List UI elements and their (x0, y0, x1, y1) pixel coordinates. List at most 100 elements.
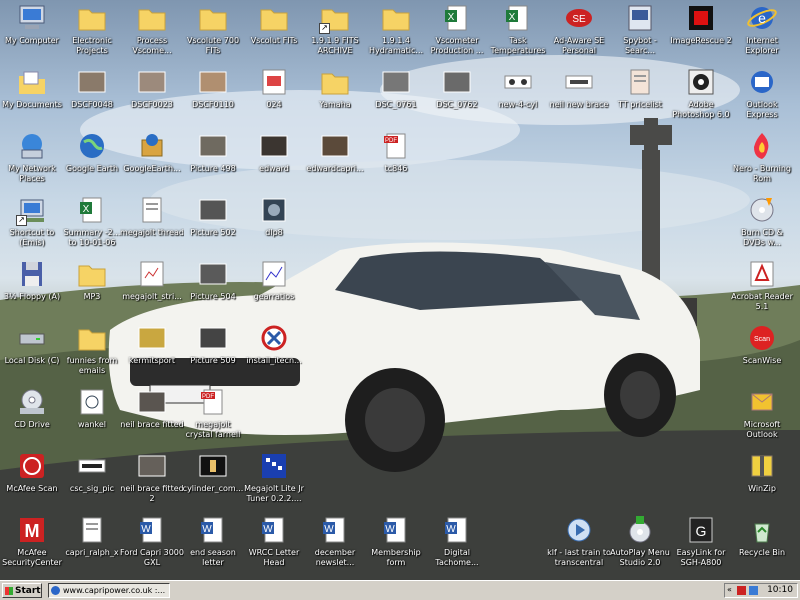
icon-label: new-4-cyl (498, 100, 538, 109)
icon-label: ScanWise (742, 356, 782, 365)
burn-cd-icon (746, 194, 778, 226)
desktop-icon-neil-brace-fitted[interactable]: neil brace fitted (120, 386, 184, 448)
desktop-icon-summary[interactable]: X Summary -2... to 10-01-06 (60, 194, 124, 256)
desktop-icon-recycle-bin[interactable]: Recycle Bin (730, 514, 794, 576)
desktop-icon-electronic-projects[interactable]: Electronic Projects (60, 2, 124, 64)
desktop-icon-mp3[interactable]: MP3 (60, 258, 124, 320)
desktop-icon-end-season-letter[interactable]: W end season letter (181, 514, 245, 576)
desktop-icon-klf[interactable]: klf - last train to transcentral (547, 514, 611, 576)
desktop-icon-neil-new-brace[interactable]: neil new brace (547, 66, 611, 128)
photo-icon (197, 322, 229, 354)
desktop-icon-internet-explorer[interactable]: e Internet Explorer (730, 2, 794, 64)
desktop[interactable]: My Computer My Documents My Network Plac… (0, 0, 800, 580)
desktop-icon-dscf0110[interactable]: DSCF0110 (181, 66, 245, 128)
desktop-icon-imagerescue[interactable]: ImageRescue 2 (669, 2, 733, 64)
desktop-icon-my-network-places[interactable]: My Network Places (0, 130, 64, 192)
globe-icon (76, 130, 108, 162)
desktop-icon-shortcut-emis[interactable]: ↗ Shortcut to (Emis) (0, 194, 64, 256)
desktop-icon-easylink[interactable]: G EasyLink for SGH-A800 (669, 514, 733, 576)
icon-label: 024 (266, 100, 282, 109)
desktop-icon-megajolt-crystal[interactable]: PDF megajolt crystal farnell (181, 386, 245, 448)
tray-expand-icon[interactable]: « (727, 585, 732, 594)
desktop-icon-my-computer[interactable]: My Computer (0, 2, 64, 64)
desktop-icon-ad-aware[interactable]: SE Ad-Aware SE Personal (547, 2, 611, 64)
desktop-icon-capri-ralph[interactable]: capri_ralph_x (60, 514, 124, 576)
desktop-icon-cd-drive[interactable]: CD Drive (0, 386, 64, 448)
desktop-icon-task-temperatures[interactable]: X Task Temperatures (486, 2, 550, 64)
icon-label: DSC_0761 (375, 100, 417, 109)
mcafee-icon: M (16, 514, 48, 546)
desktop-icon-megajolt-lite[interactable]: Megajolt Lite Jr Tuner 0.2.2.... (242, 450, 306, 512)
desktop-icon-wrcc-letter-head[interactable]: W WRCC Letter Head (242, 514, 306, 576)
desktop-icon-microsoft-outlook[interactable]: Microsoft Outlook (730, 386, 794, 448)
desktop-icon-megajolt-stri[interactable]: megajolt_stri... (120, 258, 184, 320)
desktop-icon-funnies[interactable]: funnies from emails (60, 322, 124, 384)
desktop-icon-neil-brace-fitted-2[interactable]: neil brace fitted 2 (120, 450, 184, 512)
desktop-icon-vscolute-700[interactable]: Vscolute 700 FITs (181, 2, 245, 64)
desktop-icon-december-newsletter[interactable]: W december newslet... (303, 514, 367, 576)
clock[interactable]: 10:10 (767, 585, 793, 595)
desktop-icon-dsc-0762[interactable]: DSC_0762 (425, 66, 489, 128)
desktop-icon-tc846[interactable]: PDF tc846 (364, 130, 428, 192)
desktop-icon-outlook-express[interactable]: Outlook Express (730, 66, 794, 128)
desktop-icon-membership-form[interactable]: W Membership form (364, 514, 428, 576)
desktop-icon-googleearth-installer[interactable]: GoogleEarth... (120, 130, 184, 192)
desktop-icon-024[interactable]: 024 (242, 66, 306, 128)
desktop-icon-new-4-cyl[interactable]: new-4-cyl (486, 66, 550, 128)
desktop-icon-wankel[interactable]: wankel (60, 386, 124, 448)
desktop-icon-edward[interactable]: edward (242, 130, 306, 192)
desktop-icon-vscometer-production[interactable]: X Vscometer Production ... (425, 2, 489, 64)
desktop-icon-dscf0023[interactable]: DSCF0023 (120, 66, 184, 128)
icon-label: DSCF0110 (192, 100, 234, 109)
desktop-icon-hydramatic[interactable]: 1.9.1.4 Hydramatic... (364, 2, 428, 64)
start-button[interactable]: Start (2, 583, 42, 598)
desktop-icon-digital-tachometer[interactable]: W Digital Tachome... (425, 514, 489, 576)
desktop-icon-dscf0048[interactable]: DSCF0048 (60, 66, 124, 128)
desktop-icon-install-itecn[interactable]: install_itecn... (242, 322, 306, 384)
desktop-icon-nero[interactable]: Nero - Burning Rom (730, 130, 794, 192)
desktop-icon-edwardcapri[interactable]: edwardcapri... (303, 130, 367, 192)
desktop-icon-gearratios[interactable]: gearratios (242, 258, 306, 320)
network-tray-icon[interactable] (749, 586, 758, 595)
svg-text:W: W (202, 524, 212, 535)
desktop-icon-dsc-0761[interactable]: DSC_0761 (364, 66, 428, 128)
desktop-icon-kermitsport[interactable]: kermitsport (120, 322, 184, 384)
desktop-icon-my-documents[interactable]: My Documents (0, 66, 64, 128)
ie-icon (51, 586, 60, 595)
desktop-icon-vscolut-fits[interactable]: Vscolut FITs (242, 2, 306, 64)
desktop-icon-local-disk[interactable]: Local Disk (C) (0, 322, 64, 384)
folder-icon (319, 66, 351, 98)
desktop-icon-cylinder-com[interactable]: cylinder_com... (181, 450, 245, 512)
desktop-icon-ford-capri[interactable]: W Ford Capri 3000 GXL (120, 514, 184, 576)
taskbar-button-browser[interactable]: www.capripower.co.uk :... (48, 583, 170, 598)
desktop-icon-acrobat-reader[interactable]: Acrobat Reader 5.1 (730, 258, 794, 320)
icon-label: neil new brace (549, 100, 609, 109)
desktop-icon-tt-pricelist[interactable]: TT pricelist (608, 66, 672, 128)
recycle-bin-icon (746, 514, 778, 546)
desktop-icon-winzip[interactable]: WinZip (730, 450, 794, 512)
icon-label: Vscometer Production ... (430, 36, 484, 55)
desktop-icon-autoplay-menu-studio[interactable]: AutoPlay Menu Studio 2.0 (608, 514, 672, 576)
icon-label: WRCC Letter Head (248, 548, 300, 567)
desktop-icon-mcafee-securitycenter[interactable]: M McAfee SecurityCenter (0, 514, 64, 576)
desktop-icon-scanwise[interactable]: Scan ScanWise (730, 322, 794, 384)
desktop-icon-process-vscome[interactable]: Process Vscome... (120, 2, 184, 64)
antivirus-tray-icon[interactable] (737, 586, 746, 595)
icon-label: Summary -2... to 10-01-06 (63, 228, 121, 247)
desktop-icon-spybot[interactable]: Spybot - Searc... (608, 2, 672, 64)
desktop-icon-floppy[interactable]: 3½ Floppy (A) (0, 258, 64, 320)
desktop-icon-picture-498[interactable]: Picture 498 (181, 130, 245, 192)
desktop-icon-mcafee-scan[interactable]: McAfee Scan (0, 450, 64, 512)
desktop-icon-megajolt-thread[interactable]: megajolt thread (120, 194, 184, 256)
desktop-icon-picture-502[interactable]: Picture 502 (181, 194, 245, 256)
desktop-icon-google-earth[interactable]: Google Earth (60, 130, 124, 192)
desktop-icon-picture-509[interactable]: Picture 509 (181, 322, 245, 384)
photoshop-icon (685, 66, 717, 98)
desktop-icon-fits-archive[interactable]: ↗ 1.9.1.9 FITS ARCHIVE (303, 2, 367, 64)
desktop-icon-adobe-photoshop[interactable]: Adobe Photoshop 6.0 (669, 66, 733, 128)
desktop-icon-dlp8[interactable]: dlp8 (242, 194, 306, 256)
desktop-icon-yamaha[interactable]: Yamaha (303, 66, 367, 128)
desktop-icon-picture-504[interactable]: Picture 504 (181, 258, 245, 320)
desktop-icon-burn-cd[interactable]: Burn CD & DVDs w... (730, 194, 794, 256)
desktop-icon-csc-sig-pic[interactable]: csc_sig_pic (60, 450, 124, 512)
